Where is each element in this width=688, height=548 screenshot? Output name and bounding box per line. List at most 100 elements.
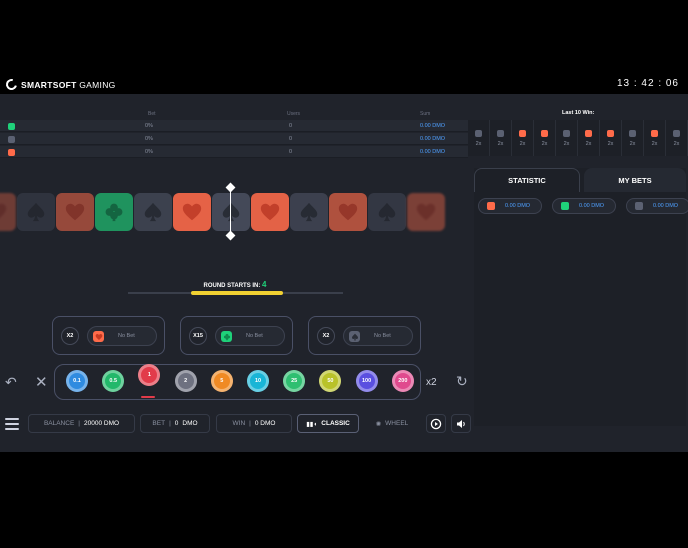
brand-icon [3,76,20,93]
last-win-square [673,129,680,137]
statistic-pill: 0.00 DMO [478,198,542,214]
last-wins-list: 2x 2x 2x 2x 2x 2x 2x 2x 2x 2x [468,120,688,156]
last-win-mult: 2x [629,140,636,147]
heart-icon [416,203,436,221]
bet-status: No Bet [118,333,135,339]
chip-100[interactable]: 100 [355,370,378,392]
reel-tile-clover [95,193,133,231]
bet-suit-square [93,331,104,342]
bet-box-spade[interactable]: X2 No Bet [308,316,421,355]
bet-pill[interactable]: No Bet [215,326,285,346]
last-win-item: 2x [490,120,512,156]
bet-value: 0 [174,420,179,427]
spade-icon [144,202,162,222]
last-win-mult: 2x [475,140,482,147]
statistic-pill: 0.00 DMO [626,198,688,214]
speaker-icon [457,419,465,428]
statistic-color-square [561,202,569,210]
heart-icon [182,203,202,221]
game-window: SMARTSOFT GAMING 13 : 42 : 06 Last 10 Wi… [0,0,688,548]
chip-2[interactable]: 2 [174,370,197,392]
bet-label: BET [152,420,166,427]
bet-pill[interactable]: No Bet [343,326,413,346]
reel [0,190,468,238]
heart-icon [260,203,280,221]
selected-chip-indicator [141,396,155,398]
bet-box-heart[interactable]: X2 No Bet [52,316,165,355]
tab-my-bets[interactable]: MY BETS [584,168,686,192]
spade-icon [351,333,358,340]
chip-200[interactable]: 200 [391,370,414,392]
autoplay-icon [430,418,442,429]
last-win-item: 2x [666,120,688,156]
repeat-bet-icon[interactable]: ↻ [456,373,468,390]
last-win-item: 2x [622,120,644,156]
chip-5[interactable]: 5 [210,370,233,392]
statistic-color-square [487,202,495,210]
bet-pill[interactable]: No Bet [87,326,157,346]
round-countdown: ROUND STARTS IN: 4 [203,280,267,289]
round-progress-bar [191,291,283,295]
bet-unit: DMO [182,420,198,427]
bet-percent: 0% [145,123,153,129]
last-win-square [563,129,570,137]
chip-0-1[interactable]: 0.1 [66,370,88,392]
bet-sum: 0.00 DMO [420,123,446,129]
balance-label: BALANCE [43,420,75,427]
clear-bets-icon[interactable]: ✕ [35,373,48,391]
last-win-mult: 2x [563,140,570,147]
bet-suit-square [349,331,360,342]
last-win-item: 2x [556,120,578,156]
last-win-mult: 2x [651,140,658,147]
bets-table-row: 0% 0 0.00 DMO [0,133,468,145]
spade-icon [27,202,45,222]
sound-button[interactable] [451,414,471,433]
right-panel: STATISTIC MY BETS 0.00 DMO 0.00 DMO 0.00 D… [474,168,688,426]
reel-tile-heart [0,193,16,231]
statistic-value: 0.00 DMO [505,203,531,209]
last-win-item: 2x [468,120,490,156]
bets-column-header: Bet [148,111,156,117]
spade-icon [300,202,318,222]
last-win-item: 2x [512,120,534,156]
bet-suit-square [221,331,232,342]
undo-icon[interactable]: ↶ [5,374,17,391]
reel-tile-heart [251,193,289,231]
spade-icon [222,202,240,222]
last-win-square [519,129,526,137]
chip-10[interactable]: 10 [247,370,269,392]
reel-tile-spade [212,193,250,231]
last-win-mult: 2x [541,140,548,147]
tab-statistic[interactable]: STATISTIC [474,168,580,192]
last-win-square [629,129,636,137]
last-win-square [585,129,592,137]
balance-display: BALANCE | 20000 DMO [28,414,135,433]
bets-column-header: Sum [420,111,431,117]
bottom-bar: BALANCE | 20000 DMO BET | 0 DMO WIN | 0 DMO ▮▮◖… [0,410,474,440]
last-win-mult: 2x [673,140,680,147]
last-win-mult: 2x [607,140,614,147]
bets-table-row: 0% 0 0.00 DMO [0,120,468,132]
heart-icon [0,203,7,218]
autoplay-button[interactable] [426,414,446,433]
bet-sum: 0.00 DMO [420,136,446,142]
mode-wheel-button[interactable]: ✺ WHEEL [364,414,420,433]
win-value: 0 DMO [254,420,276,427]
statistic-pill: 0.00 DMO [552,198,616,214]
bet-display: BET | 0 DMO [140,414,210,433]
bet-color-square [8,123,15,130]
double-bet-button[interactable]: x2 [426,377,437,388]
menu-icon[interactable] [5,418,19,430]
reel-tile-heart [173,193,211,231]
brand-logo: SMARTSOFT GAMING [3,76,116,93]
last-win-square [475,129,482,137]
spade-icon [378,202,396,222]
statistic-color-square [635,202,643,210]
bet-multiplier: X2 [317,327,335,345]
bets-table-row: 0% 0 0.00 DMO [0,146,468,158]
mode-classic-button[interactable]: ▮▮◖ CLASSIC [297,414,359,433]
bet-status: No Bet [374,333,391,339]
bet-percent: 0% [145,136,153,142]
bet-box-clover[interactable]: X15 No Bet [180,316,293,355]
clover-icon [105,203,123,222]
